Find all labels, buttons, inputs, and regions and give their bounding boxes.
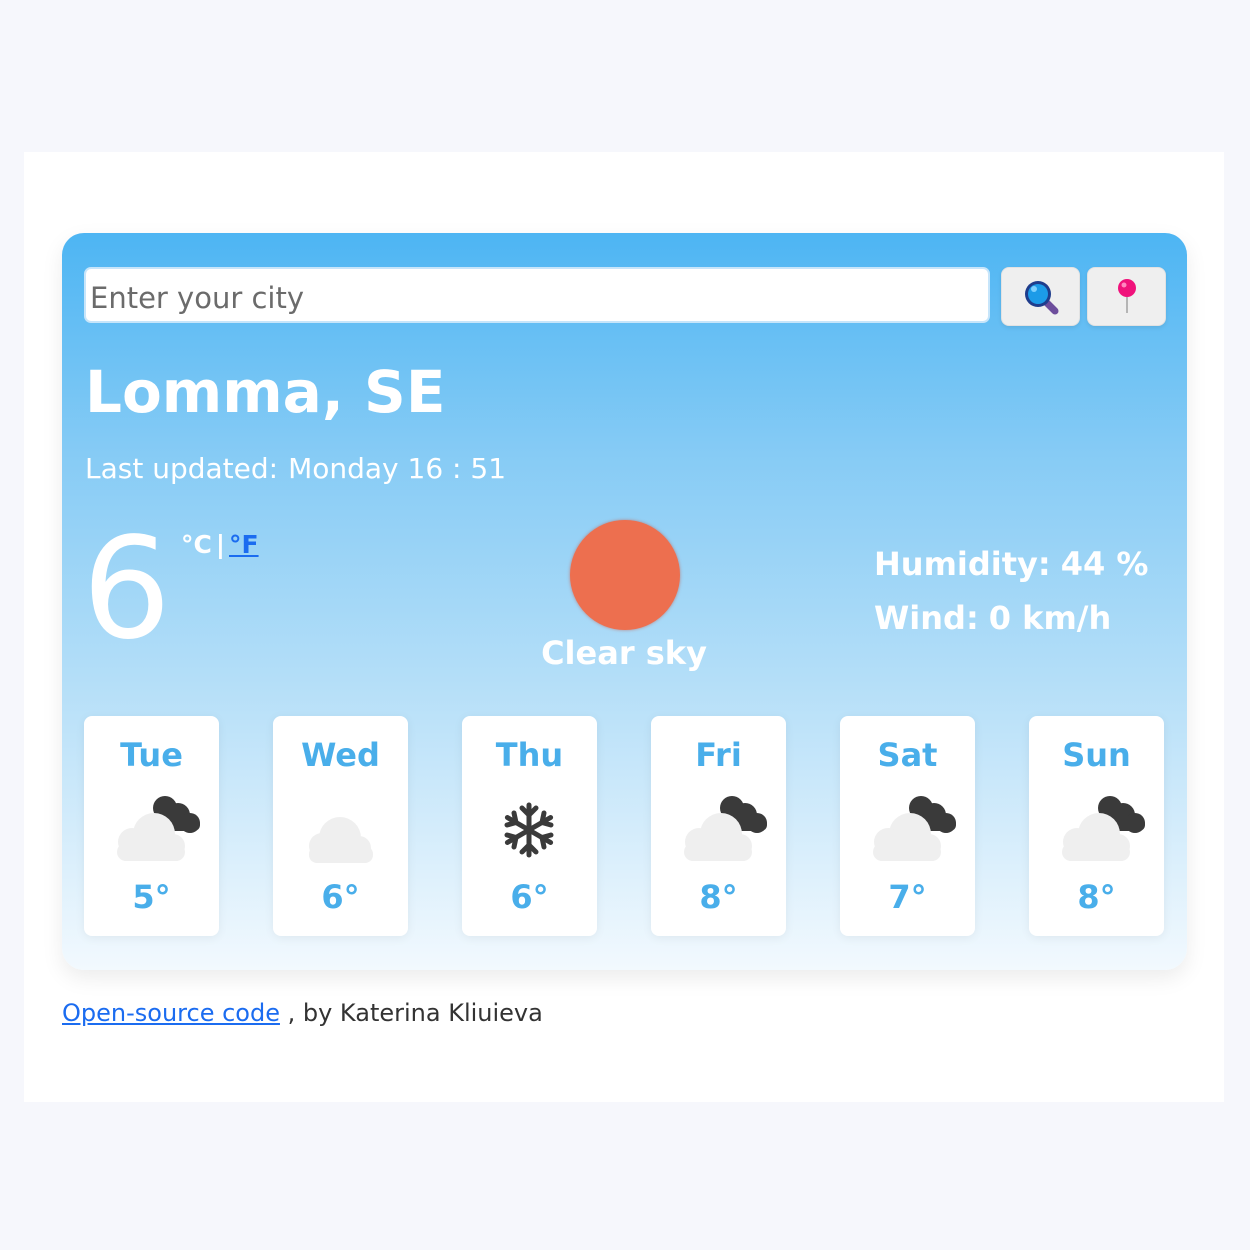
wind-row: Wind: 0 km/h	[874, 591, 1148, 645]
magnifying-glass-icon	[1024, 280, 1058, 314]
forecast-card: Tue 5°	[84, 716, 219, 936]
last-updated-label: Last updated:	[85, 452, 279, 485]
snowflake-icon	[504, 802, 554, 858]
forecast-day: Sat	[877, 736, 938, 774]
last-updated: Last updated: Monday 16 : 51	[85, 452, 516, 485]
current-location-button[interactable]	[1087, 267, 1166, 326]
humidity-row: Humidity: 44 %	[874, 537, 1148, 591]
forecast-temp: 6°	[510, 878, 549, 916]
page-container: Lomma, SE Last updated:Monday 16 : 51 6 …	[24, 152, 1224, 1102]
night-cloudy-icon	[684, 796, 767, 861]
forecast-card: Wed 6°	[273, 716, 408, 936]
forecast-temp: 8°	[1077, 878, 1116, 916]
forecast-day: Tue	[120, 736, 183, 774]
unit-separator: |	[215, 530, 225, 559]
city-name: Lomma, SE	[85, 358, 446, 426]
night-cloudy-icon	[117, 796, 200, 861]
celsius-unit: °C	[181, 530, 212, 559]
forecast-card: Fri 8°	[651, 716, 786, 936]
forecast-day: Sun	[1062, 736, 1131, 774]
round-pushpin-icon	[1117, 278, 1136, 313]
night-cloudy-icon	[873, 796, 956, 861]
current-temperature: 6	[82, 508, 172, 671]
forecast-card: Thu 6°	[462, 716, 597, 936]
wind-value: 0 km/h	[988, 599, 1112, 637]
forecast-temp: 8°	[699, 878, 738, 916]
unit-switcher: °C | °F	[181, 530, 259, 559]
forecast-temp: 6°	[321, 878, 360, 916]
fahrenheit-link[interactable]: °F	[229, 530, 259, 559]
forecast-card: Sat 7°	[840, 716, 975, 936]
footer-author: , by Katerina Kliuieva	[287, 999, 543, 1027]
search-button[interactable]	[1001, 267, 1080, 326]
night-cloudy-icon	[1062, 796, 1145, 861]
forecast-card: Sun 8°	[1029, 716, 1164, 936]
cloud-icon	[309, 817, 373, 863]
weather-details: Humidity: 44 % Wind: 0 km/h	[874, 537, 1148, 645]
open-source-link[interactable]: Open-source code	[62, 999, 280, 1027]
humidity-value: 44 %	[1060, 545, 1149, 583]
sun-icon	[570, 520, 680, 630]
forecast-day: Thu	[495, 736, 564, 774]
forecast-day: Wed	[301, 736, 380, 774]
footer: Open-source code , by Katerina Kliuieva	[62, 999, 543, 1027]
humidity-label: Humidity:	[874, 545, 1051, 583]
forecast-day: Fri	[695, 736, 742, 774]
wind-label: Wind:	[874, 599, 979, 637]
last-updated-value: Monday 16 : 51	[288, 452, 507, 485]
forecast-temp: 5°	[132, 878, 171, 916]
weather-card: Lomma, SE Last updated:Monday 16 : 51 6 …	[62, 233, 1187, 970]
forecast-temp: 7°	[888, 878, 927, 916]
city-search-input[interactable]	[84, 267, 990, 323]
weather-condition: Clear sky	[541, 634, 707, 672]
